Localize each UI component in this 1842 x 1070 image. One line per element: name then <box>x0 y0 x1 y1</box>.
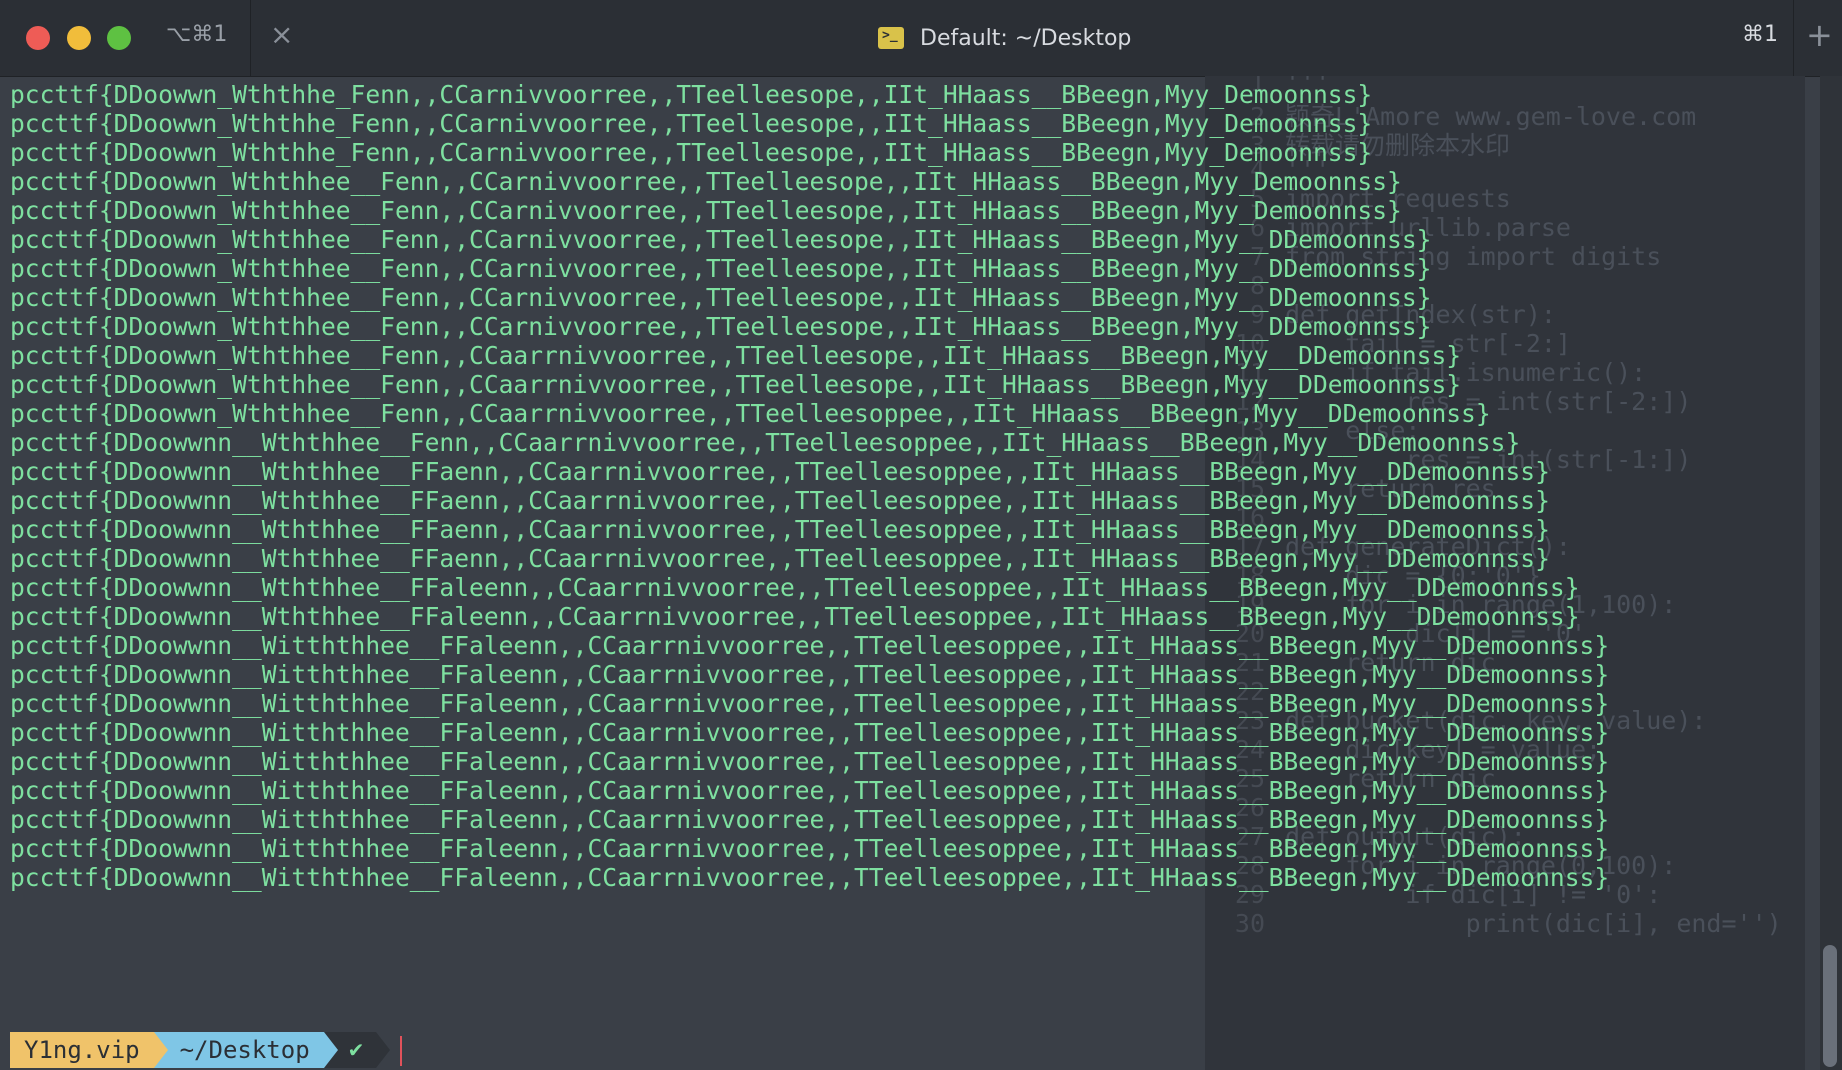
window-shortcut-label: ⌘1 <box>1742 22 1778 47</box>
text-cursor <box>400 1036 402 1066</box>
prompt-path-segment: ~/Desktop <box>153 1032 338 1068</box>
shell-prompt: Y1ng.vip ~/Desktop ✔ <box>10 1032 391 1068</box>
minimize-window-button[interactable] <box>67 26 91 50</box>
powerline-arrow-icon <box>153 1032 168 1068</box>
scrollbar-track[interactable] <box>1820 76 1842 1070</box>
title-bar: ⌥⌘1 × Default: ~/Desktop ⌘1 + <box>0 0 1842 77</box>
checkmark-icon: ✔ <box>347 1038 365 1062</box>
close-tab-icon[interactable]: × <box>270 18 293 51</box>
scrollbar-thumb[interactable] <box>1823 945 1837 1067</box>
powerline-arrow-icon <box>376 1032 391 1068</box>
output-line: pccttf{DDoowwnn__Witththhee__FFaleenn,,C… <box>10 863 1610 892</box>
terminal-icon <box>878 27 904 49</box>
tab-shortcut-label: ⌥⌘1 <box>166 22 228 47</box>
tab-divider <box>250 0 251 76</box>
terminal-output[interactable]: pccttf{DDoowwn_Wththhe_Fenn,,CCarnivvoor… <box>0 76 1820 1070</box>
prompt-path: ~/Desktop <box>179 1036 310 1064</box>
new-tab-icon[interactable]: + <box>1806 16 1833 54</box>
close-window-button[interactable] <box>26 26 50 50</box>
zoom-window-button[interactable] <box>107 26 131 50</box>
window-title-text: Default: ~/Desktop <box>920 25 1132 51</box>
powerline-arrow-icon <box>323 1032 338 1068</box>
tab-divider-right <box>1793 0 1794 76</box>
prompt-user-segment: Y1ng.vip <box>10 1032 168 1068</box>
prompt-user: Y1ng.vip <box>24 1036 140 1064</box>
window-title: Default: ~/Desktop <box>878 22 1131 54</box>
